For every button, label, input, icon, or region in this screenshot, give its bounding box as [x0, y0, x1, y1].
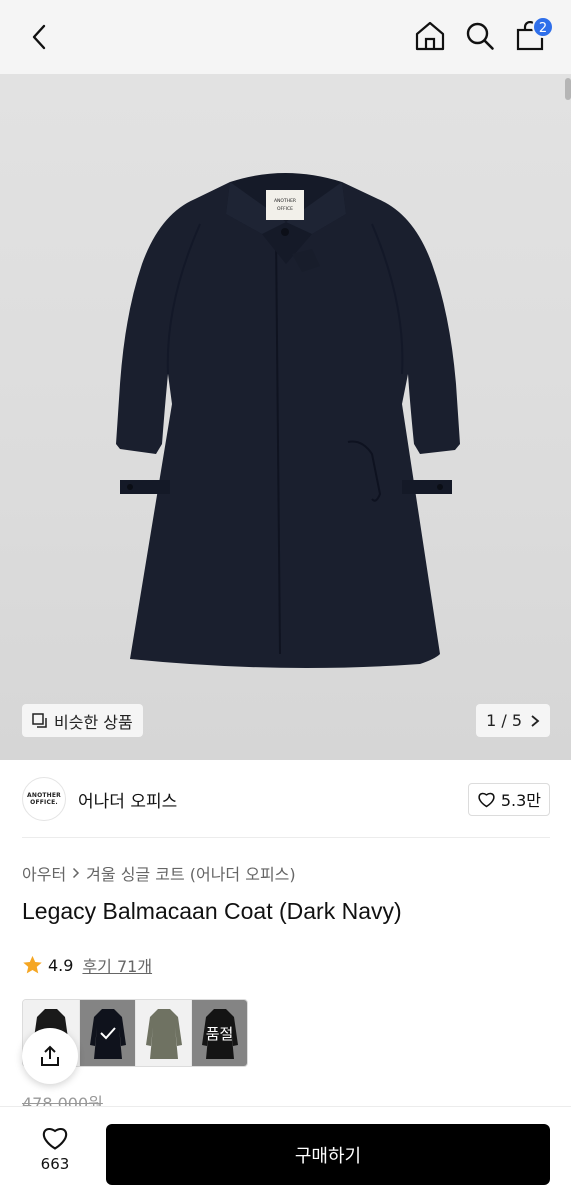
similar-products-label: 비슷한 상품	[54, 712, 133, 732]
pager-text: 1 / 5	[486, 711, 522, 730]
coat-label-line1: ANOTHER	[274, 198, 296, 204]
image-pager[interactable]: 1 / 5	[476, 704, 550, 737]
breadcrumb-subcategory[interactable]: 겨울 싱글 코트 (어나더 오피스)	[86, 861, 295, 885]
chevron-right-icon	[531, 714, 540, 727]
swatch-dark-navy[interactable]	[79, 1000, 135, 1066]
similar-products-button[interactable]: 비슷한 상품	[22, 704, 143, 737]
brand-row: ANOTHER OFFICE. 어나더 오피스 5.3만	[22, 776, 550, 822]
brand-name[interactable]: 어나더 오피스	[78, 787, 177, 812]
wishlist-count: 663	[40, 1155, 70, 1173]
review-link[interactable]: 후기 71개	[82, 953, 152, 977]
scroll-indicator	[565, 78, 571, 100]
swatch-charcoal[interactable]: 품절	[191, 1000, 247, 1066]
rating-row: 4.9 후기 71개	[22, 953, 152, 977]
coat-thumbnail	[145, 1009, 182, 1059]
selected-overlay	[80, 1000, 135, 1066]
cart-button[interactable]: 2	[512, 16, 554, 54]
brand-like-button[interactable]: 5.3만	[467, 782, 550, 816]
divider	[22, 837, 550, 838]
wishlist-button[interactable]: 663	[22, 1125, 88, 1185]
search-button[interactable]	[462, 18, 498, 54]
check-icon	[99, 1027, 116, 1040]
product-image-coat: ANOTHER OFFICE	[116, 173, 460, 668]
brand-logo-line1: ANOTHER	[27, 792, 61, 799]
chevron-left-icon	[32, 24, 46, 50]
heart-icon	[478, 792, 495, 807]
brand-logo[interactable]: ANOTHER OFFICE.	[22, 777, 66, 821]
home-button[interactable]	[412, 18, 448, 54]
search-icon	[466, 22, 494, 50]
coat-label-line2: OFFICE	[277, 206, 293, 212]
heart-icon	[42, 1128, 68, 1150]
brand-like-count: 5.3만	[500, 791, 541, 810]
share-button[interactable]	[22, 1028, 78, 1084]
breadcrumb-category[interactable]: 아우터	[22, 861, 66, 885]
brand-logo-line2: OFFICE.	[30, 799, 58, 806]
chevron-right-icon	[73, 867, 80, 879]
buy-button[interactable]: 구매하기	[106, 1124, 550, 1185]
product-image-gallery[interactable]: ANOTHER OFFICE 비슷한 상품 1 / 5	[0, 74, 571, 760]
share-icon	[41, 1045, 59, 1066]
bottom-action-bar: 663 구매하기	[0, 1106, 571, 1200]
breadcrumb: 아우터 겨울 싱글 코트 (어나더 오피스)	[22, 861, 296, 885]
home-icon	[415, 21, 445, 51]
swatch-khaki[interactable]	[135, 1000, 191, 1066]
soldout-overlay: 품절	[192, 1000, 247, 1066]
cart-count-badge: 2	[532, 16, 554, 38]
buy-button-label: 구매하기	[294, 1145, 362, 1167]
soldout-label: 품절	[205, 1024, 234, 1043]
product-title: Legacy Balmacaan Coat (Dark Navy)	[22, 898, 402, 924]
star-icon	[23, 955, 42, 974]
copy-icon	[32, 712, 47, 728]
back-button[interactable]	[22, 20, 56, 54]
top-app-bar: 2	[0, 0, 571, 74]
rating-value: 4.9	[48, 955, 74, 975]
